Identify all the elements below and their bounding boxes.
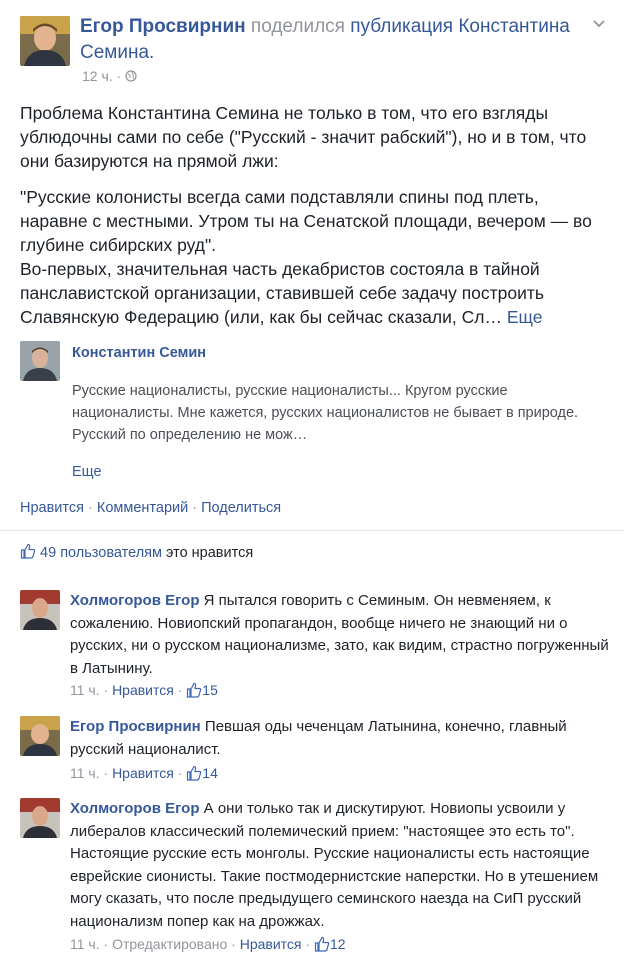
post-quote: "Русские колонисты всегда сами подставля… xyxy=(20,187,592,255)
comment-body: Холмогоров Егор Я пытался говорить с Сем… xyxy=(70,590,610,680)
author-avatar[interactable] xyxy=(20,16,70,66)
comment-text: А они только так и дискутируют. Новиопы … xyxy=(70,800,599,930)
like-button[interactable]: Нравится xyxy=(20,500,84,516)
post-paragraph: Во-первых, значительная часть декабристо… xyxy=(20,257,610,329)
comment-like-button[interactable]: Нравится xyxy=(112,765,174,781)
shared-object-prefix[interactable]: публикация xyxy=(350,16,453,37)
thumbs-up-icon xyxy=(20,543,36,559)
separator: · xyxy=(188,500,202,516)
author-name[interactable]: Егор Просвирнин xyxy=(80,16,246,37)
post-header: Егор Просвирнин поделился публикация Кон… xyxy=(80,14,580,66)
comment-body: Холмогоров Егор А они только так и диску… xyxy=(70,798,610,933)
commenter-avatar[interactable] xyxy=(20,798,60,838)
comment-like-count[interactable]: 14 xyxy=(202,765,218,781)
shared-text: Русские националисты, русские националис… xyxy=(72,383,579,443)
post-actions: Нравится · Комментарий · Поделиться xyxy=(20,500,281,516)
divider xyxy=(0,530,624,531)
comment-timestamp[interactable]: 11 ч. xyxy=(70,682,100,698)
comment-meta: 11 ч. · Нравится · 15 xyxy=(70,682,218,698)
comment-like-count[interactable]: 15 xyxy=(202,682,218,698)
commenter-name[interactable]: Холмогоров Егор xyxy=(70,800,200,817)
likes-summary: 49 пользователям это нравится xyxy=(20,543,253,561)
post-paragraph-text: Во-первых, значительная часть декабристо… xyxy=(20,259,545,327)
comment-like-button[interactable]: Нравится xyxy=(240,936,302,952)
post-meta: 12 ч. · xyxy=(82,68,137,84)
see-more-link[interactable]: Еще xyxy=(507,307,543,327)
post-timestamp[interactable]: 12 ч. · xyxy=(82,68,121,84)
commenter-name[interactable]: Егор Просвирнин xyxy=(70,718,201,735)
thumbs-up-icon xyxy=(186,682,202,698)
thumbs-up-icon xyxy=(186,765,202,781)
share-verb: поделился xyxy=(250,16,345,37)
likes-count-link[interactable]: 49 пользователям xyxy=(40,545,162,561)
commenter-avatar[interactable] xyxy=(20,590,60,630)
comment-meta: 11 ч. · Нравится · 14 xyxy=(70,765,218,781)
commenter-avatar[interactable] xyxy=(20,716,60,756)
share-button[interactable]: Поделиться xyxy=(201,500,281,516)
comment-body: Егор Просвирнин Певшая оды чеченцам Латы… xyxy=(70,716,610,761)
comment-like-count[interactable]: 12 xyxy=(330,936,346,952)
globe-icon xyxy=(125,68,137,84)
separator: · xyxy=(83,500,97,516)
post-paragraph: Проблема Константина Семина не только в … xyxy=(20,103,587,171)
comment-like-button[interactable]: Нравится xyxy=(112,682,174,698)
comment-timestamp[interactable]: 11 ч. xyxy=(70,936,100,952)
thumbs-up-icon xyxy=(314,936,330,952)
chevron-down-icon[interactable] xyxy=(592,16,610,34)
likes-suffix: это нравится xyxy=(166,545,254,561)
comment-edited-label[interactable]: Отредактировано xyxy=(112,936,227,952)
comment-meta: 11 ч. · Отредактировано · Нравится · 12 xyxy=(70,936,346,952)
comment-timestamp[interactable]: 11 ч. xyxy=(70,765,100,781)
commenter-name[interactable]: Холмогоров Егор xyxy=(70,592,200,609)
shared-author-avatar[interactable] xyxy=(20,341,60,381)
comment-button[interactable]: Комментарий xyxy=(97,500,188,516)
shared-see-more-link[interactable]: Еще xyxy=(72,464,102,480)
shared-author-name[interactable]: Константин Семин xyxy=(72,345,206,361)
